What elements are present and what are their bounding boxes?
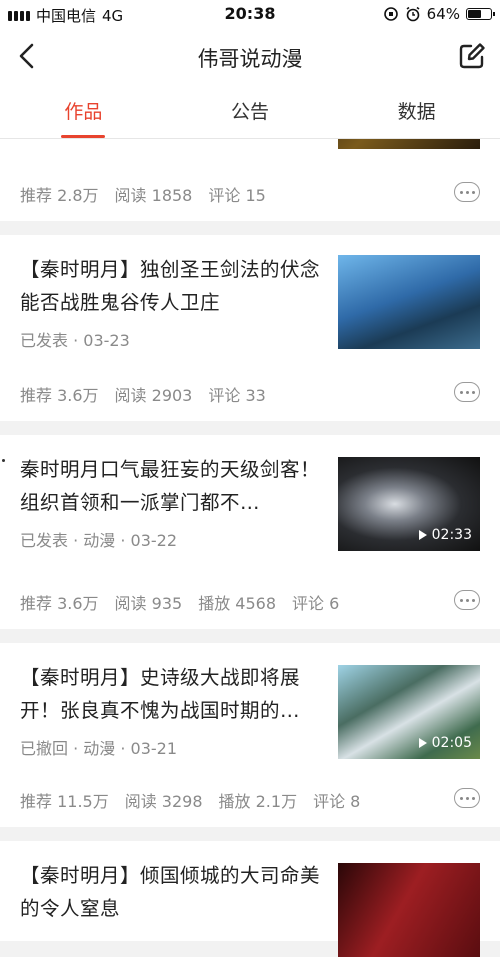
card-body: 【秦时明月】倾国倾城的大司命美的令人窒息 (0, 841, 500, 957)
alarm-icon (406, 6, 420, 22)
comment-count: 评论 15 (208, 186, 266, 205)
card-body: 【秦时明月】史诗级大战即将展开！张良真不愧为战国时期的… 已撤回 · 动漫 · … (0, 643, 500, 773)
status-bar: 中国电信 4G 20:38 64% (0, 0, 500, 28)
recommend-count: 推荐 2.8万 (20, 186, 99, 205)
article-stats: 推荐 3.6万 阅读 2903 评论 33 (0, 367, 500, 421)
read-count: 阅读 935 (114, 594, 183, 613)
status-right: 64% (383, 5, 495, 23)
chevron-left-icon[interactable] (12, 40, 44, 72)
video-duration: 02:05 (418, 735, 472, 751)
card-body: 【秦时明月】独创圣王剑法的伏念 能否战胜鬼谷传人卫庄 已发表 · 03-23 (0, 235, 500, 367)
recommend-count: 推荐 3.6万 (20, 594, 99, 613)
article-thumbnail[interactable] (338, 255, 480, 349)
article-meta: 已发表 · 03-23 (20, 331, 130, 350)
article-card[interactable]: 【秦时明月】倾国倾城的大司命美的令人窒息 (0, 841, 500, 957)
page-title: 伟哥说动漫 (197, 47, 303, 71)
tab-announcements[interactable]: 公告 (167, 86, 334, 138)
battery-percent: 64% (426, 5, 460, 23)
article-thumbnail (338, 139, 480, 149)
article-title[interactable]: 秦时明月口气最狂妄的天级剑客！组织首领和一派掌门都不… (20, 453, 325, 519)
article-stats: 推荐 3.6万 阅读 935 播放 4568 评论 6 (0, 575, 500, 629)
article-title[interactable]: 【秦时明月】独创圣王剑法的伏念 能否战胜鬼谷传人卫庄 (20, 253, 325, 319)
comment-count: 评论 8 (313, 792, 361, 811)
battery-icon (466, 8, 495, 20)
article-title[interactable]: 【秦时明月】倾国倾城的大司命美的令人窒息 (20, 859, 325, 925)
nav-bar: 伟哥说动漫 (0, 28, 500, 86)
duration-label: 02:33 (431, 527, 472, 543)
video-thumbnail[interactable]: 02:33 (338, 457, 480, 551)
tab-works[interactable]: 作品 (0, 86, 167, 138)
play-count: 播放 2.1万 (218, 792, 298, 811)
play-count: 播放 4568 (198, 594, 276, 613)
video-thumbnail[interactable]: 02:05 (338, 665, 480, 759)
play-icon (418, 738, 427, 748)
comment-count: 评论 6 (292, 594, 340, 613)
read-count: 阅读 2903 (114, 386, 193, 405)
play-icon (418, 530, 427, 540)
bullet-dot (2, 459, 5, 462)
orientation-lock-icon (383, 7, 398, 21)
article-card[interactable]: 推荐 2.8万 阅读 1858 评论 15 (0, 139, 500, 221)
card-body: 秦时明月口气最狂妄的天级剑客！组织首领和一派掌门都不… 已发表 · 动漫 · 0… (0, 435, 500, 575)
article-card[interactable]: 秦时明月口气最狂妄的天级剑客！组织首领和一派掌门都不… 已发表 · 动漫 · 0… (0, 435, 500, 629)
article-feed: 推荐 2.8万 阅读 1858 评论 15 【秦时明月】独创圣王剑法的伏念 能否… (0, 139, 500, 957)
comment-count: 评论 33 (208, 386, 266, 405)
recommend-count: 推荐 11.5万 (20, 792, 109, 811)
more-dots-icon[interactable] (454, 182, 480, 202)
article-stats: 推荐 2.8万 阅读 1858 评论 15 (0, 167, 500, 221)
recommend-count: 推荐 3.6万 (20, 386, 99, 405)
more-dots-icon[interactable] (454, 382, 480, 402)
read-count: 阅读 1858 (114, 186, 193, 205)
article-meta: 已撤回 · 动漫 · 03-21 (20, 739, 178, 758)
article-card[interactable]: 【秦时明月】独创圣王剑法的伏念 能否战胜鬼谷传人卫庄 已发表 · 03-23 推… (0, 235, 500, 421)
video-duration: 02:33 (418, 527, 472, 543)
more-dots-icon[interactable] (454, 590, 480, 610)
article-card[interactable]: 【秦时明月】史诗级大战即将展开！张良真不愧为战国时期的… 已撤回 · 动漫 · … (0, 643, 500, 827)
more-dots-icon[interactable] (454, 788, 480, 808)
duration-label: 02:05 (431, 735, 472, 751)
read-count: 阅读 3298 (124, 792, 203, 811)
article-stats: 推荐 11.5万 阅读 3298 播放 2.1万 评论 8 (0, 773, 500, 827)
article-meta: 已发表 · 动漫 · 03-22 (20, 531, 178, 550)
tab-bar: 作品 公告 数据 (0, 86, 500, 139)
article-thumbnail[interactable] (338, 863, 480, 957)
battery-fill (468, 10, 481, 18)
article-title[interactable]: 【秦时明月】史诗级大战即将展开！张良真不愧为战国时期的… (20, 661, 325, 727)
card-top-partial (0, 139, 500, 167)
edit-icon[interactable] (456, 40, 488, 72)
tab-data[interactable]: 数据 (333, 86, 500, 138)
